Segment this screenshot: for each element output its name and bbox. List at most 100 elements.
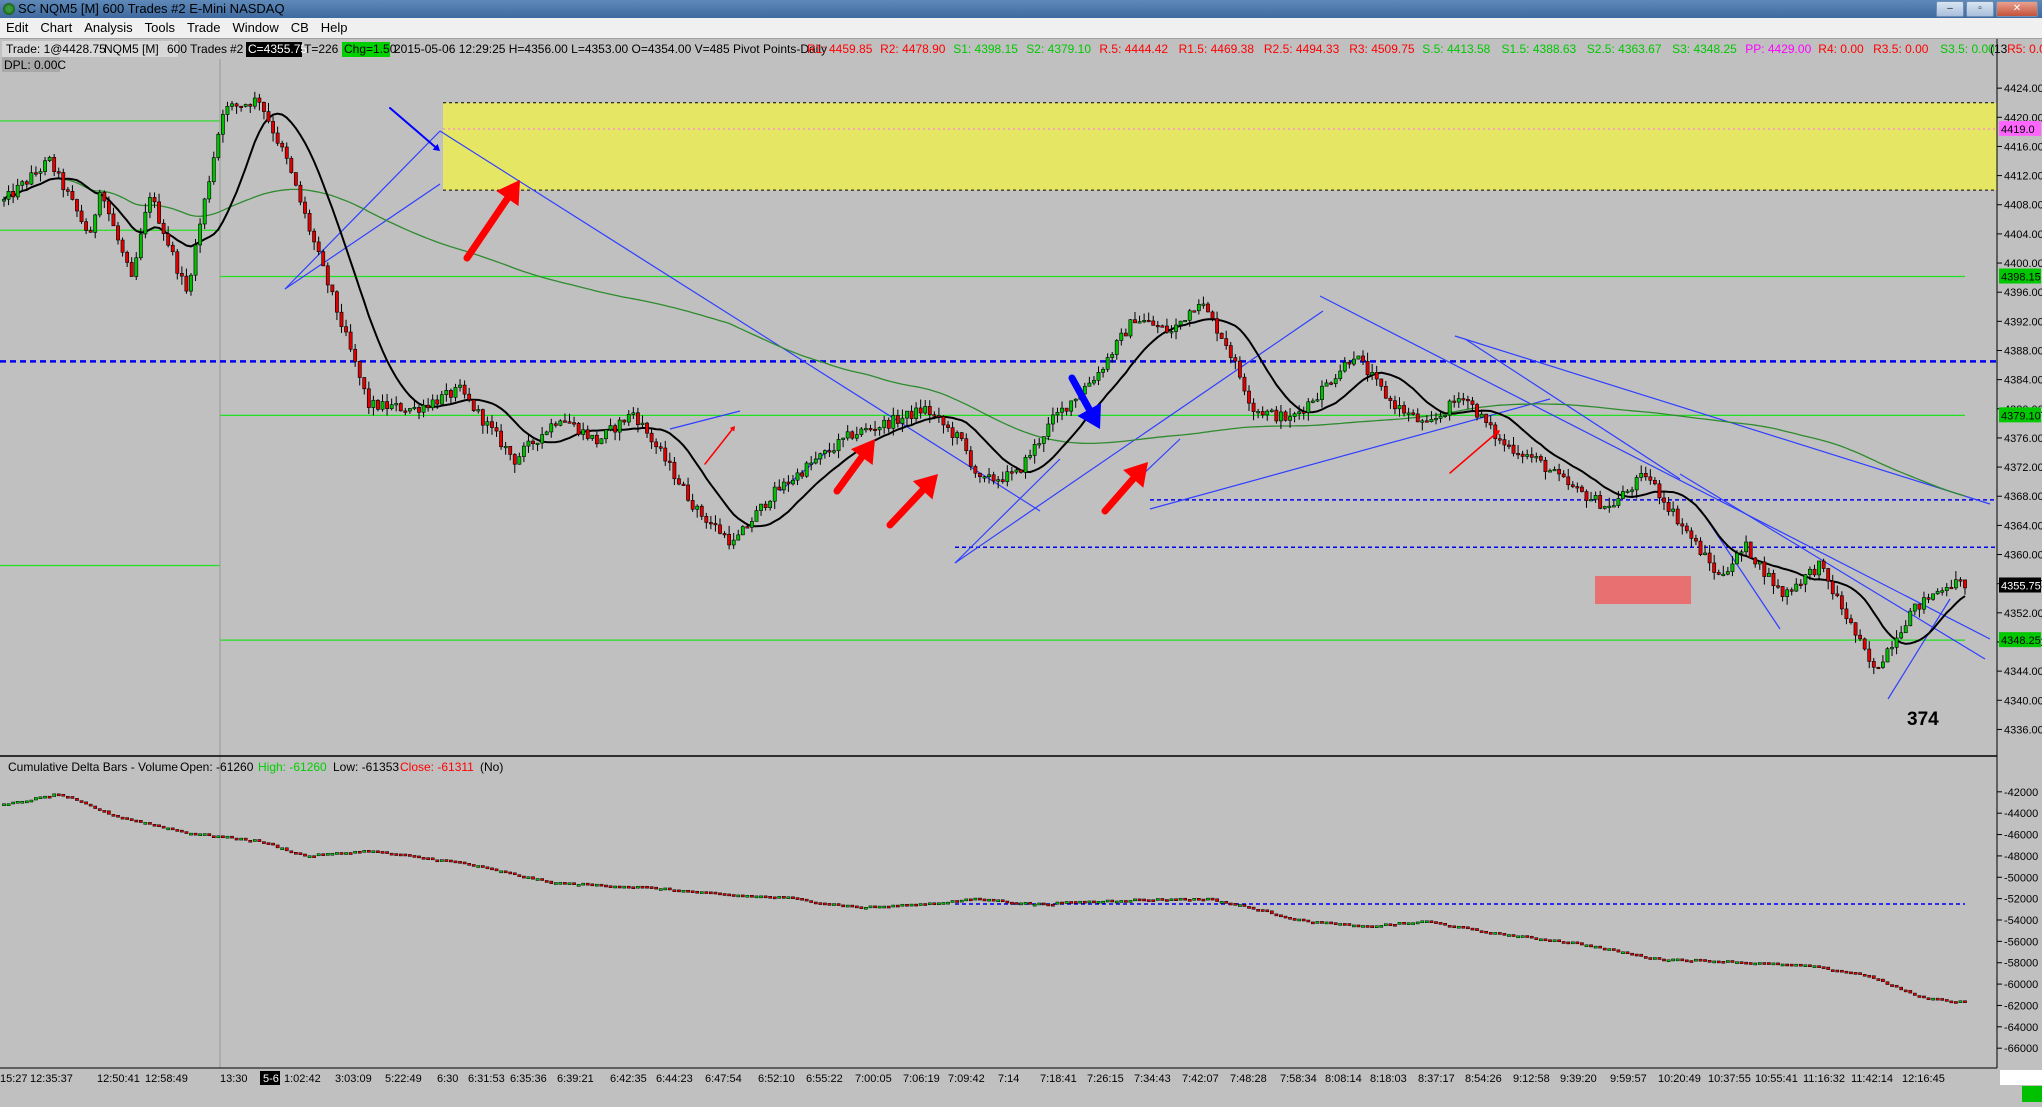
delta-bar — [795, 897, 800, 900]
delta-bar — [1607, 948, 1612, 951]
delta-bar — [1648, 957, 1653, 960]
minimize-button[interactable]: – — [1936, 1, 1964, 17]
close-button[interactable]: ✕ — [1996, 1, 2038, 17]
delta-bar — [1055, 901, 1060, 905]
delta-bar — [626, 885, 631, 889]
candle — [1598, 495, 1603, 509]
delta-bar — [193, 832, 198, 836]
candle — [521, 445, 526, 457]
candle — [1580, 486, 1584, 492]
chart-area[interactable]: Trade: 1@4428.75 NQM5 [M] 600 Trades #2 … — [0, 39, 2042, 1102]
candle — [1315, 399, 1320, 402]
time-tick-label: 13:30 — [220, 1073, 248, 1085]
delta-bar — [973, 897, 978, 901]
delta-bar — [1347, 923, 1352, 926]
candle — [1721, 573, 1726, 576]
delta-bar — [1420, 920, 1425, 924]
delta-bar — [604, 884, 608, 888]
delta-bar — [1671, 958, 1675, 962]
delta-bar — [362, 850, 367, 853]
candle — [572, 422, 576, 425]
delta-bar — [1511, 934, 1516, 937]
price-tick-label: 4364.00 — [2004, 520, 2042, 532]
delta-bar — [672, 889, 677, 892]
candle — [1283, 411, 1288, 421]
t-value: T=226 — [304, 42, 339, 56]
delta-bar — [804, 898, 809, 902]
delta-bar — [1279, 914, 1283, 918]
delta-bar — [180, 829, 184, 833]
candle — [421, 404, 426, 413]
time-tick-label: 12:50:41 — [97, 1073, 140, 1085]
pivot-label: S1: 4398.15 — [953, 42, 1018, 56]
candle — [1808, 568, 1812, 575]
delta-tick-label: -46000 — [2004, 830, 2038, 842]
candle — [768, 500, 773, 508]
menu-window[interactable]: Window — [226, 18, 284, 38]
candle — [1538, 456, 1543, 461]
candle — [1894, 637, 1899, 648]
candle — [1803, 574, 1808, 585]
candle — [1593, 495, 1598, 500]
delta-bar — [1903, 989, 1908, 993]
delta-bar — [56, 793, 61, 797]
candle — [435, 399, 440, 405]
candle — [704, 516, 709, 523]
candle — [1652, 480, 1657, 485]
candle — [230, 103, 234, 107]
candle — [221, 114, 225, 135]
delta-bar — [522, 875, 526, 879]
delta-bar — [873, 905, 877, 909]
candle — [1174, 324, 1178, 332]
menu-tools[interactable]: Tools — [139, 18, 181, 38]
delta-bar — [1757, 962, 1762, 965]
menu-help[interactable]: Help — [315, 18, 354, 38]
candle — [1826, 568, 1831, 582]
menu-trade[interactable]: Trade — [181, 18, 226, 38]
delta-bar — [1233, 903, 1238, 906]
delta-bar — [435, 859, 440, 863]
menu-chart[interactable]: Chart — [34, 18, 78, 38]
candle — [859, 428, 864, 435]
delta-bar — [398, 853, 403, 857]
menu-edit[interactable]: Edit — [0, 18, 34, 38]
delta-bar — [1730, 960, 1735, 963]
time-tick-label: 7:34:43 — [1134, 1073, 1171, 1085]
candle — [1639, 473, 1644, 478]
delta-bar — [125, 817, 129, 820]
maximize-button[interactable]: ▫ — [1966, 1, 1994, 17]
price-chart[interactable]: Trade: 1@4428.75 NQM5 [M] 600 Trades #2 … — [0, 39, 2042, 1102]
menu-cb[interactable]: CB — [285, 18, 315, 38]
delta-bar — [599, 883, 604, 887]
delta-bar — [900, 903, 905, 907]
menu-analysis[interactable]: Analysis — [78, 18, 138, 38]
delta-bar — [854, 905, 859, 909]
delta-bar — [1922, 995, 1926, 999]
candle — [996, 479, 1001, 482]
price-tick-label: 4376.00 — [2004, 433, 2042, 445]
candle — [873, 428, 877, 431]
time-tick-label: 5:22:49 — [385, 1073, 422, 1085]
window-title: SC NQM5 [M] 600 Trades #2 E-Mini NASDAQ — [18, 1, 285, 16]
header-trailing: (13 — [1990, 42, 2008, 56]
delta-bar — [412, 855, 417, 858]
candle — [1374, 372, 1379, 380]
delta-low: Low: -61353 — [333, 760, 399, 774]
candle — [1434, 418, 1438, 421]
candle — [1839, 595, 1844, 610]
candle — [1406, 412, 1411, 415]
candle — [868, 428, 873, 431]
delta-bar — [1963, 1000, 1967, 1003]
delta-bar — [1534, 937, 1539, 940]
delta-bar — [1589, 944, 1593, 948]
candle — [927, 406, 932, 415]
delta-bar — [1694, 958, 1698, 962]
delta-bar — [868, 905, 873, 909]
delta-bar — [376, 850, 380, 853]
price-tick-label: 4344.00 — [2004, 666, 2042, 678]
delta-bar — [1352, 924, 1356, 928]
delta-bar — [1529, 935, 1534, 939]
candle — [1762, 561, 1767, 577]
candle — [1634, 477, 1639, 491]
delta-bar — [289, 850, 294, 854]
